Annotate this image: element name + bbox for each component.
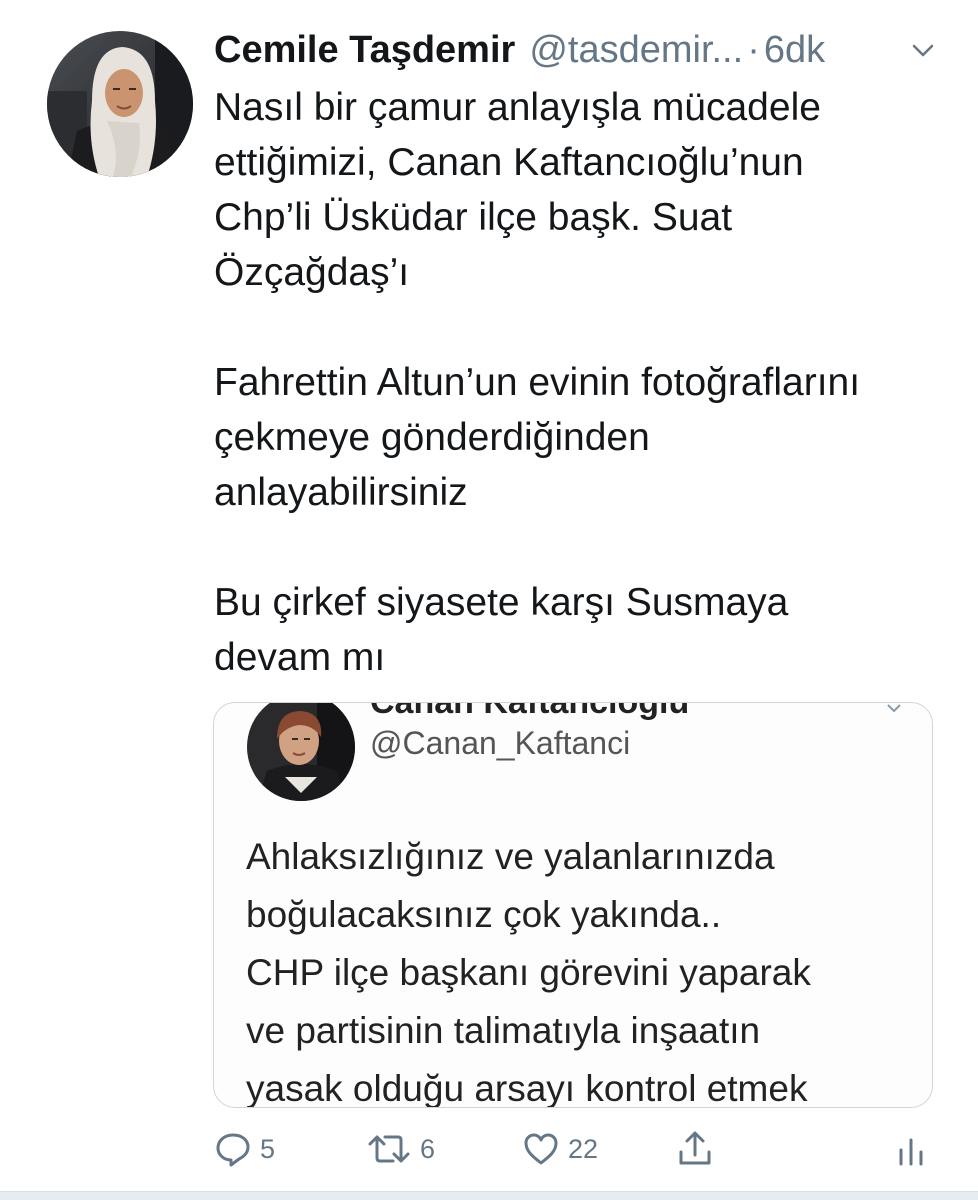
retweet-button[interactable]: 6: [366, 1124, 435, 1174]
tweet-line: Özçağdaş’ı: [214, 251, 410, 294]
tweet-paragraph: Nasıl bir çamur anlayışla mücadele ettiğ…: [214, 80, 954, 300]
embedded-line: CHP ilçe başkanı görevini yaparak: [246, 952, 811, 993]
share-button[interactable]: [676, 1124, 714, 1174]
tweet-line: Chp’li Üsküdar ilçe başk. Suat: [214, 196, 733, 239]
tweet-header: Cemile Taşdemir @tasdemir... · 6dk: [214, 24, 944, 76]
analytics-icon: [896, 1130, 926, 1168]
embedded-line: boğulacaksınız çok yakında..: [246, 894, 722, 935]
heart-icon: [522, 1130, 560, 1168]
like-button[interactable]: 22: [522, 1124, 598, 1174]
retweet-icon: [366, 1130, 412, 1168]
embedded-avatar: [247, 703, 355, 801]
embedded-author-name: Canan Kaftancıoğlu: [370, 702, 690, 721]
embedded-image[interactable]: Canan Kaftancıoğlu @Canan_Kaftanci Ahlak…: [213, 702, 933, 1108]
embedded-text: Ahlaksızlığınız ve yalanlarınızda boğula…: [246, 828, 926, 1108]
tweet-paragraph: Bu çirkef siyasete karşı Susmaya devam m…: [214, 575, 954, 685]
embedded-author-handle: @Canan_Kaftanci: [370, 725, 631, 761]
tweet-line: Bu çirkef siyasete karşı Susmaya: [214, 581, 789, 624]
tweet-line: anlayabilirsiniz: [214, 471, 468, 514]
retweet-count: 6: [420, 1133, 436, 1164]
tweet-text: Nasıl bir çamur anlayışla mücadele ettiğ…: [214, 80, 954, 685]
tweet-line: Fahrettin Altun’un evinin fotoğraflarını: [214, 361, 861, 404]
header-separator: ·: [747, 28, 760, 71]
author-handle[interactable]: @tasdemir...: [529, 29, 743, 72]
reply-button[interactable]: 5: [214, 1124, 275, 1174]
analytics-button[interactable]: [896, 1124, 926, 1174]
reply-count: 5: [260, 1133, 276, 1164]
tweet[interactable]: Cemile Taşdemir @tasdemir... · 6dk Nasıl…: [0, 0, 978, 1200]
author-avatar[interactable]: [47, 31, 193, 177]
tweet-line: devam mı: [214, 636, 386, 679]
chevron-down-icon: [884, 703, 904, 719]
author-name[interactable]: Cemile Taşdemir: [214, 29, 515, 72]
embedded-line: ve partisinin talimatıyla inşaatın: [246, 1010, 761, 1051]
embedded-line: Ahlaksızlığınız ve yalanlarınızda: [246, 836, 775, 877]
tweet-actions: 5 6 22: [0, 1124, 978, 1176]
embedded-line: yasak olduğu arsayı kontrol etmek: [246, 1068, 808, 1108]
like-count: 22: [568, 1133, 599, 1164]
tweet-line: çekmeye gönderdiğinden: [214, 416, 650, 459]
reply-icon: [214, 1130, 252, 1168]
tweet-line: ettiğimizi, Canan Kaftancıoğlu’nun: [214, 141, 804, 184]
share-icon: [676, 1130, 714, 1168]
bottom-divider: [0, 1191, 978, 1200]
tweet-timestamp[interactable]: 6dk: [764, 29, 825, 72]
tweet-line: Nasıl bir çamur anlayışla mücadele: [214, 86, 821, 129]
tweet-paragraph: Fahrettin Altun’un evinin fotoğraflarını…: [214, 355, 954, 520]
chevron-down-icon[interactable]: [910, 38, 936, 64]
